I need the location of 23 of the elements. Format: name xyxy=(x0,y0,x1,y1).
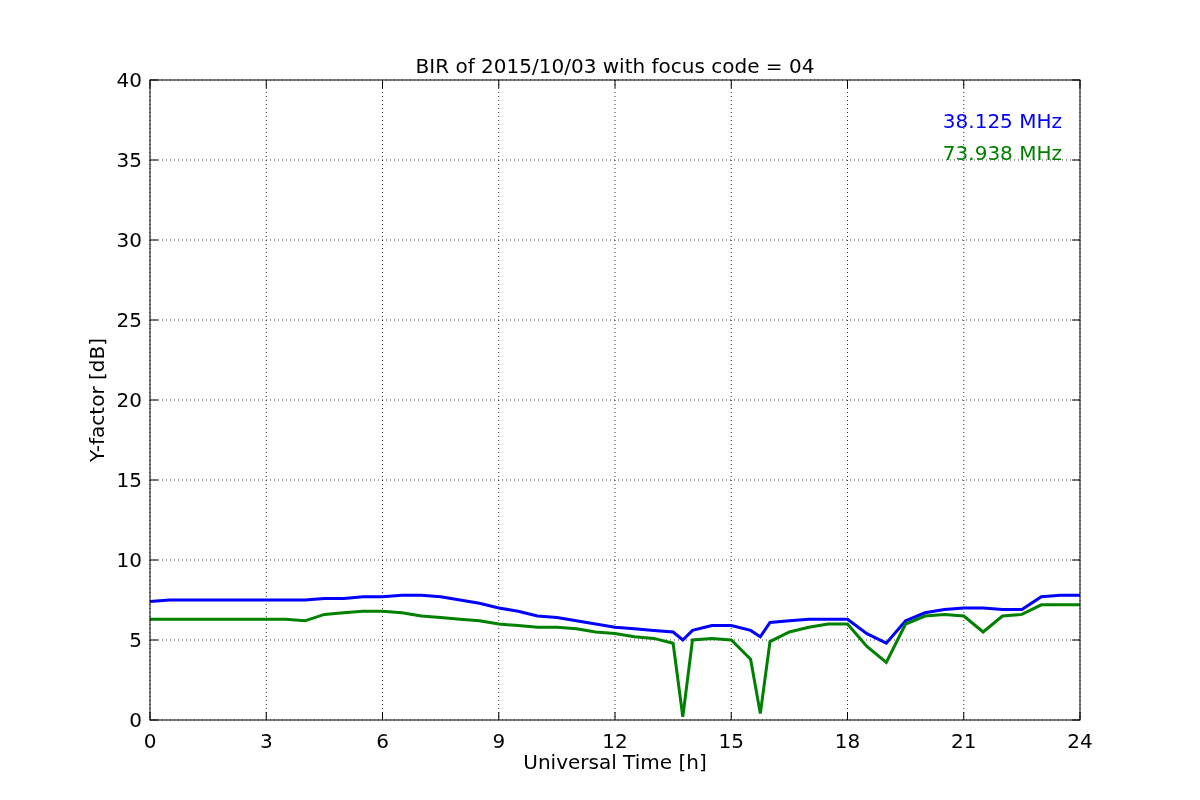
x-axis-label: Universal Time [h] xyxy=(523,750,707,774)
tick-label: 10 xyxy=(116,548,142,572)
legend-label: 38.125 MHz xyxy=(942,109,1062,133)
tick-label: 35 xyxy=(116,148,142,172)
tick-label: 6 xyxy=(376,729,389,753)
tick-label: 9 xyxy=(492,729,506,753)
tick-label: 15 xyxy=(718,729,744,753)
tick-label: 30 xyxy=(116,228,142,252)
tick-label: 25 xyxy=(116,308,142,332)
tick-label: 15 xyxy=(116,468,142,492)
tick-label: 21 xyxy=(951,729,977,753)
tick-label: 24 xyxy=(1067,729,1093,753)
y-axis-label: Y-factor [dB] xyxy=(85,338,109,462)
tick-label: 18 xyxy=(834,729,861,753)
tick-label: 3 xyxy=(259,729,273,753)
tick-label: 20 xyxy=(116,388,142,412)
legend-label: 73.938 MHz xyxy=(942,141,1062,165)
tick-label: 12 xyxy=(602,729,628,753)
tick-label: 0 xyxy=(129,708,142,732)
tick-label: 40 xyxy=(116,68,142,92)
tick-label: 0 xyxy=(143,729,157,753)
chart-title: BIR of 2015/10/03 with focus code = 04 xyxy=(415,54,815,78)
tick-label: 5 xyxy=(129,628,142,652)
